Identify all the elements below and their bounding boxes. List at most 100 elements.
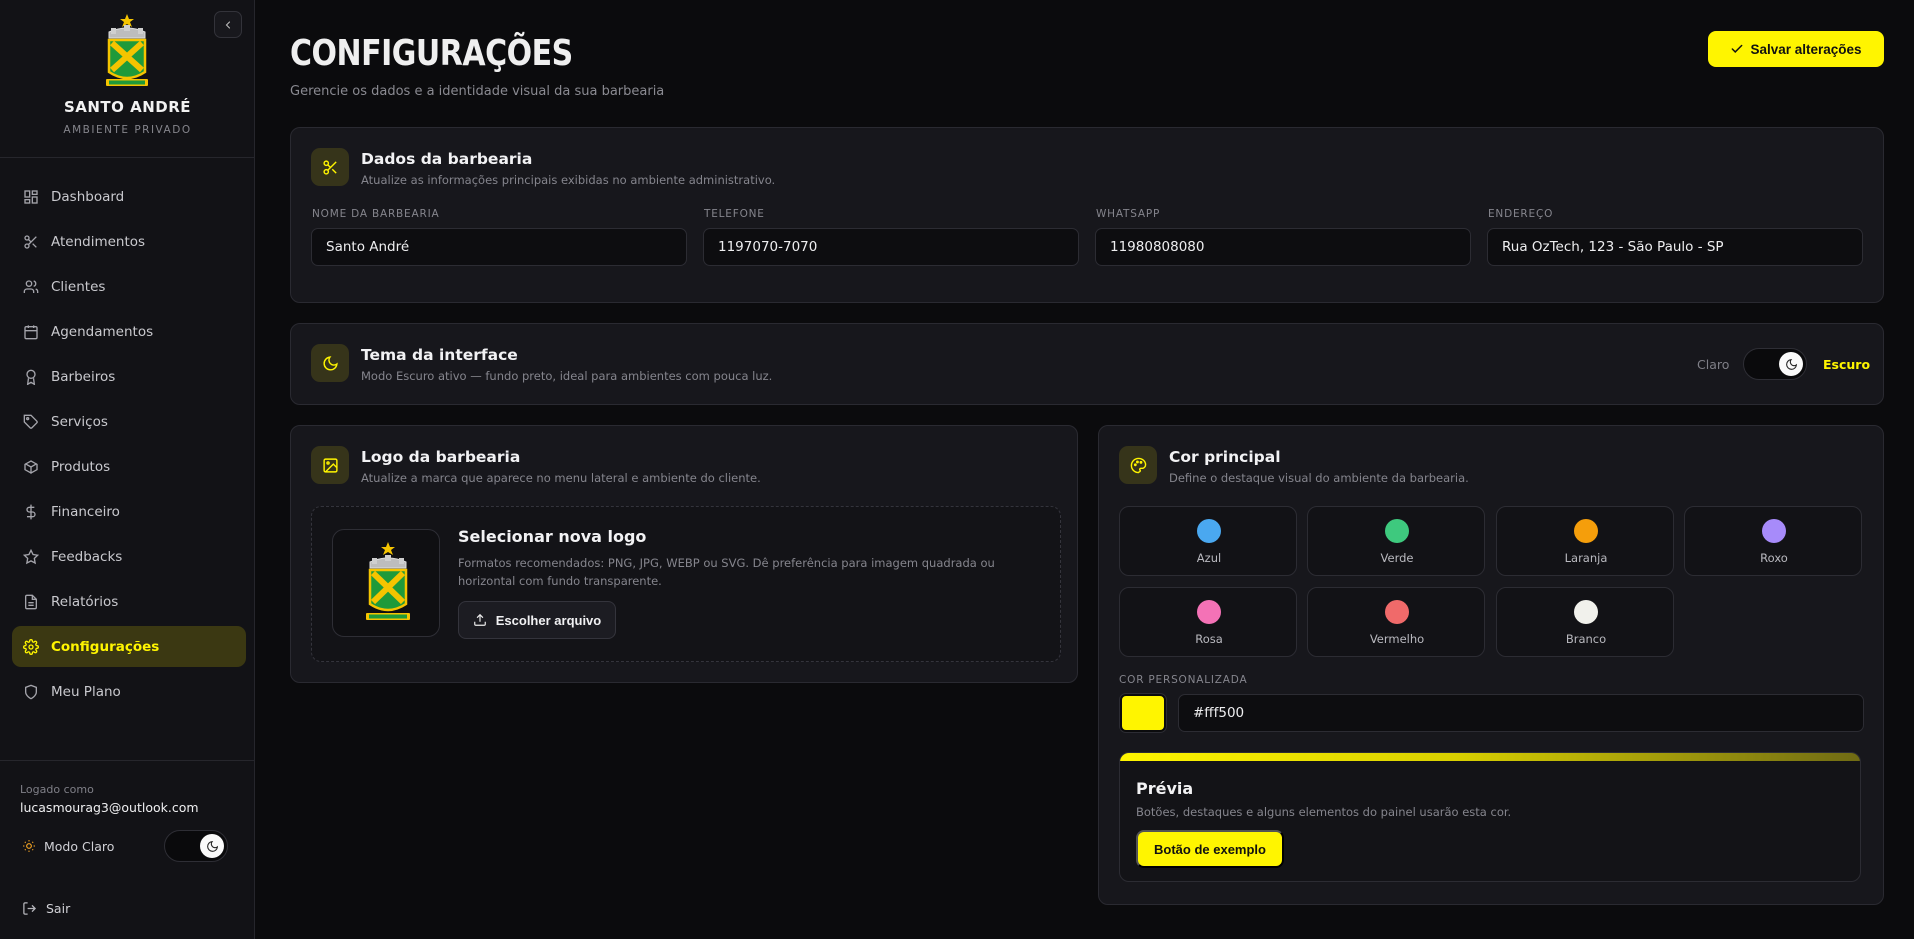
- swatch-azul[interactable]: Azul: [1119, 506, 1297, 576]
- choose-file-button[interactable]: Escolher arquivo: [458, 601, 616, 639]
- chevron-left-icon: [225, 20, 231, 29]
- card-description: Define o destaque visual do ambiente da …: [1169, 471, 1469, 485]
- shop-data-card: Dados da barbearia Atualize as informaçõ…: [290, 127, 1884, 303]
- sidebar-item-label: Financeiro: [51, 503, 120, 520]
- swatch-dot: [1762, 519, 1786, 543]
- mode-label: Modo Claro: [44, 838, 115, 854]
- theme-light-label[interactable]: Claro: [1697, 357, 1729, 372]
- sidebar-item-meu-plano[interactable]: Meu Plano: [12, 671, 246, 712]
- card-title: Logo da barbearia: [361, 448, 521, 466]
- sidebar-item-clientes[interactable]: Clientes: [12, 266, 246, 307]
- preview-accent-bar: [1120, 753, 1860, 761]
- swatch-roxo[interactable]: Roxo: [1684, 506, 1862, 576]
- swatch-verde[interactable]: Verde: [1307, 506, 1485, 576]
- award-icon: [22, 368, 39, 385]
- sidebar-theme-toggle[interactable]: [164, 830, 228, 862]
- swatch-name: Rosa: [1195, 632, 1223, 646]
- page-title: CONFIGURAÇÕES: [290, 33, 573, 75]
- shield-icon: [22, 683, 39, 700]
- address-input[interactable]: Rua OzTech, 123 - São Paulo - SP: [1487, 228, 1863, 266]
- save-button[interactable]: Salvar alterações: [1708, 31, 1884, 67]
- tag-icon: [22, 413, 39, 430]
- theme-toggle[interactable]: [1743, 348, 1807, 380]
- sidebar-item-agendamentos[interactable]: Agendamentos: [12, 311, 246, 352]
- logo-card: Logo da barbearia Atualize a marca que a…: [290, 425, 1078, 683]
- swatch-dot: [1197, 519, 1221, 543]
- swatch-dot: [1574, 519, 1598, 543]
- logout-button[interactable]: Sair: [22, 901, 70, 916]
- shop-name-input[interactable]: Santo André: [311, 228, 687, 266]
- sidebar-item-label: Clientes: [51, 278, 106, 295]
- sidebar: SANTO ANDRÉ AMBIENTE PRIVADO Dashboard A…: [0, 0, 255, 939]
- theme-dark-label[interactable]: Escuro: [1823, 357, 1870, 372]
- moon-icon: [311, 344, 349, 382]
- card-header: Dados da barbearia Atualize as informaçõ…: [311, 148, 775, 187]
- sidebar-item-servicos[interactable]: Serviços: [12, 401, 246, 442]
- swatch-name: Vermelho: [1369, 632, 1425, 646]
- example-button[interactable]: Botão de exemplo: [1136, 830, 1284, 868]
- swatch-name: Roxo: [1760, 551, 1788, 565]
- sidebar-item-relatorios[interactable]: Relatórios: [12, 581, 246, 622]
- star-icon: [22, 548, 39, 565]
- select-logo-description: Formatos recomendados: PNG, JPG, WEBP ou…: [458, 556, 995, 588]
- swatch-rosa[interactable]: Rosa: [1119, 587, 1297, 657]
- sidebar-item-label: Meu Plano: [51, 683, 121, 700]
- sidebar-item-label: Serviços: [51, 413, 108, 430]
- preview-title: Prévia: [1136, 779, 1194, 798]
- scissors-icon: [311, 148, 349, 186]
- logged-email: lucasmourag3@outlook.com: [20, 800, 199, 815]
- brand-subtitle: AMBIENTE PRIVADO: [63, 124, 192, 136]
- phone-input[interactable]: 1197070-7070: [703, 228, 1079, 266]
- upload-icon: [473, 613, 487, 627]
- sidebar-item-label: Dashboard: [51, 188, 125, 205]
- card-header: Cor principal Define o destaque visual d…: [1119, 446, 1469, 485]
- sun-icon: [22, 839, 36, 853]
- swatch-name: Verde: [1380, 551, 1414, 565]
- card-description: Atualize a marca que aparece no menu lat…: [361, 471, 761, 485]
- shop-name-label: NOME DA BARBEARIA: [312, 208, 440, 220]
- sidebar-item-produtos[interactable]: Produtos: [12, 446, 246, 487]
- grid-icon: [22, 188, 39, 205]
- scissors-icon: [22, 233, 39, 250]
- sidebar-item-dashboard[interactable]: Dashboard: [12, 176, 246, 217]
- toggle-knob: [1779, 352, 1803, 376]
- swatch-laranja[interactable]: Laranja: [1496, 506, 1674, 576]
- swatch-name: Laranja: [1564, 551, 1608, 565]
- sidebar-item-financeiro[interactable]: Financeiro: [12, 491, 246, 532]
- collapse-sidebar-button[interactable]: [214, 11, 242, 38]
- image-icon: [311, 446, 349, 484]
- sidebar-item-atendimentos[interactable]: Atendimentos: [12, 221, 246, 262]
- card-title: Cor principal: [1169, 448, 1281, 466]
- custom-color-label: COR PERSONALIZADA: [1119, 674, 1248, 686]
- check-icon: [1730, 42, 1744, 56]
- logout-icon: [22, 901, 37, 916]
- swatch-name: Branco: [1565, 632, 1607, 646]
- logo-preview: [332, 529, 440, 637]
- dollar-icon: [22, 503, 39, 520]
- whatsapp-input[interactable]: 11980808080: [1095, 228, 1471, 266]
- logo-dropzone[interactable]: Selecionar nova logo Formatos recomendad…: [311, 506, 1061, 662]
- sidebar-item-barbeiros[interactable]: Barbeiros: [12, 356, 246, 397]
- custom-color-picker[interactable]: [1119, 693, 1167, 733]
- gear-icon: [22, 638, 39, 655]
- theme-card: Tema da interface Modo Escuro ativo — fu…: [290, 323, 1884, 405]
- choose-file-label: Escolher arquivo: [495, 612, 602, 628]
- sidebar-nav: Dashboard Atendimentos Clientes Agendame…: [12, 176, 246, 716]
- brand-name: SANTO ANDRÉ: [63, 98, 192, 116]
- sidebar-item-configuracoes[interactable]: Configurações: [12, 626, 246, 667]
- crest-logo: [366, 542, 410, 620]
- swatch-branco[interactable]: Branco: [1496, 587, 1674, 657]
- toggle-knob: [200, 834, 224, 858]
- users-icon: [22, 278, 39, 295]
- card-description: Atualize as informações principais exibi…: [361, 173, 776, 187]
- sidebar-item-feedbacks[interactable]: Feedbacks: [12, 536, 246, 577]
- sidebar-item-label: Barbeiros: [51, 368, 116, 385]
- swatch-dot: [1197, 600, 1221, 624]
- sidebar-item-label: Agendamentos: [51, 323, 154, 340]
- card-header: Logo da barbearia Atualize a marca que a…: [311, 446, 761, 485]
- palette-icon: [1119, 446, 1157, 484]
- swatch-dot: [1385, 519, 1409, 543]
- swatch-vermelho[interactable]: Vermelho: [1307, 587, 1485, 657]
- sidebar-item-label: Produtos: [51, 458, 111, 475]
- custom-color-input[interactable]: #fff500: [1178, 694, 1864, 732]
